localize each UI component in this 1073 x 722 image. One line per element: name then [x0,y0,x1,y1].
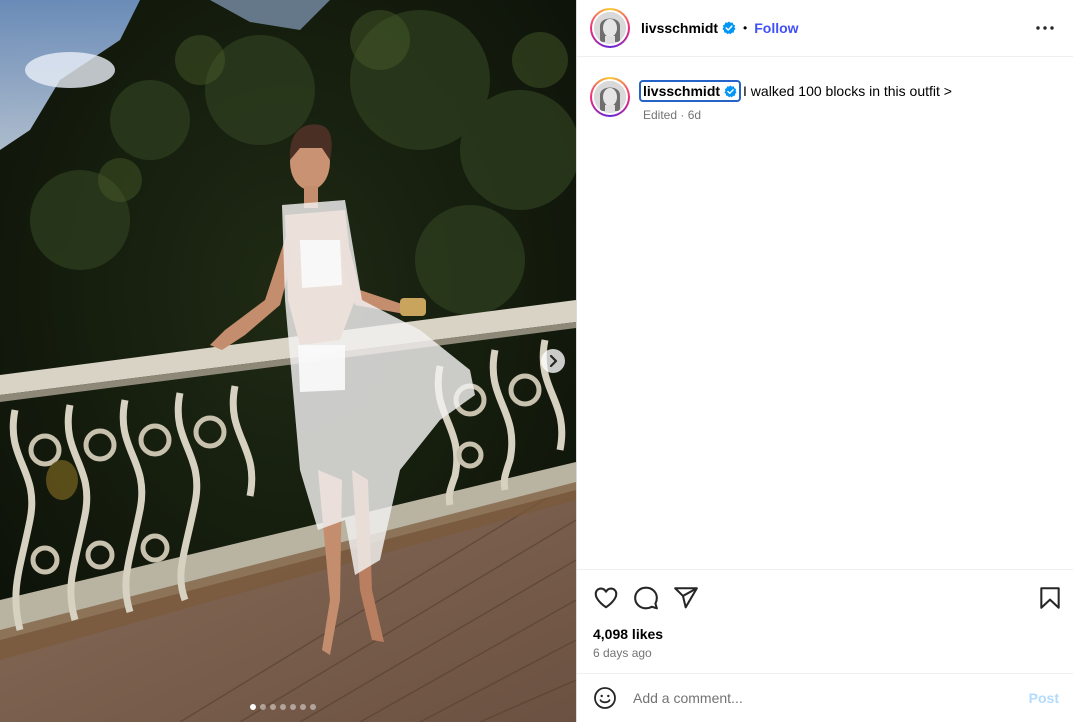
bookmark-icon[interactable] [1037,585,1063,611]
carousel-dot [300,704,306,710]
avatar[interactable] [590,8,630,48]
emoji-icon[interactable] [593,686,617,710]
post-photo [0,0,576,722]
caption-username-link[interactable]: livsschmidt [639,80,742,102]
carousel-dot [250,704,256,710]
send-icon[interactable] [673,585,699,611]
post-comment-button[interactable]: Post [1029,690,1059,706]
comment-bar: Post [577,673,1073,722]
carousel-dot [310,704,316,710]
verified-badge-icon [724,84,737,98]
caption-avatar[interactable] [590,77,630,117]
follow-button[interactable]: Follow [754,20,798,36]
next-slide-button[interactable] [541,349,565,373]
comment-icon[interactable] [633,585,659,611]
separator-dot: • [743,21,748,35]
avatar-image [594,12,626,44]
carousel-dot [270,704,276,710]
heart-icon[interactable] [593,585,619,611]
carousel-dot [280,704,286,710]
carousel-dot [260,704,266,710]
caption-meta: Edited · 6d [643,108,702,122]
username-link[interactable]: livsschmidt [641,20,718,36]
post-timestamp[interactable]: 6 days ago [593,646,652,660]
more-horizontal-icon [1036,26,1054,30]
post-header: livsschmidt • Follow [577,0,1073,57]
post-media[interactable] [0,0,576,722]
post-details-panel: livsschmidt • Follow livsschmidt I walke… [576,0,1073,722]
caption-username: livsschmidt [643,83,721,99]
post-actions: 4,098 likes 6 days ago [577,569,1073,673]
post-caption: livsschmidt I walked 100 blocks in this … [590,77,952,122]
comment-input[interactable] [633,690,1029,706]
chevron-right-icon [549,354,558,368]
likes-count[interactable]: 4,098 likes [593,626,663,642]
carousel-indicator [250,704,316,710]
caption-text: I walked 100 blocks in this outfit > [743,83,952,99]
verified-badge-icon [722,21,736,35]
carousel-dot [290,704,296,710]
more-options-button[interactable] [1033,16,1057,40]
avatar-image [594,81,626,113]
